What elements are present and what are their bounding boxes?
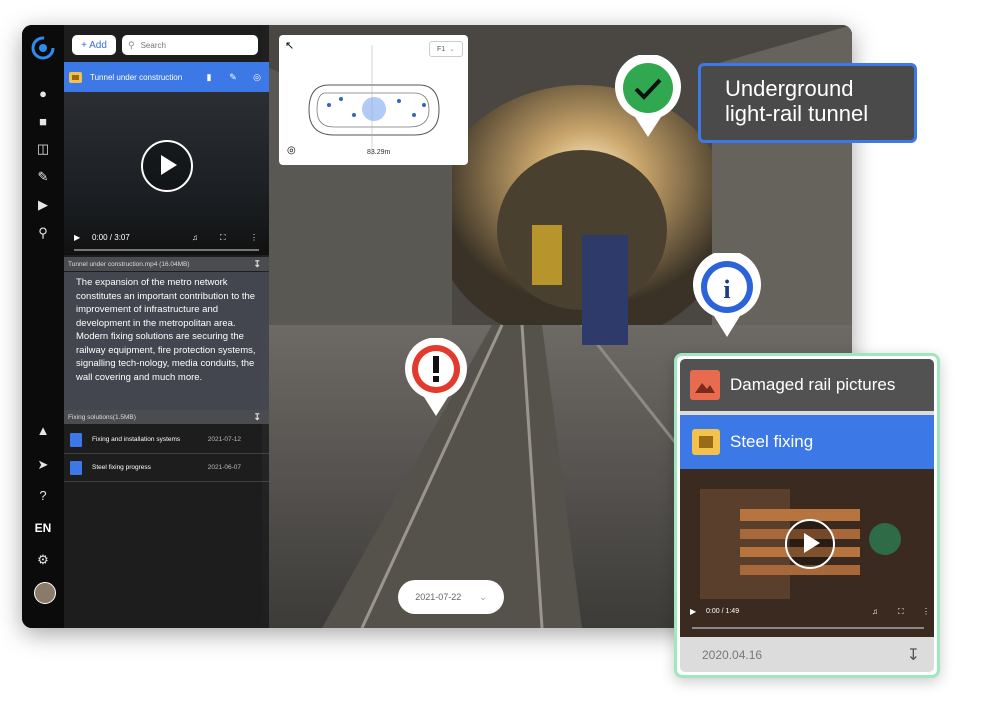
media-item-video[interactable]: Steel fixing (680, 415, 934, 469)
list-item[interactable]: Fixing and installation systems 2021-07-… (64, 426, 269, 454)
media-date: 2020.04.16 (702, 647, 763, 662)
attachment-file-name: Fixing solutions(1.5MB) (68, 413, 136, 421)
document-icon (70, 460, 82, 475)
volume-icon[interactable]: ♫ (872, 607, 878, 616)
list-item-date: 2021-07-12 (207, 436, 241, 443)
card-video-player[interactable]: ▶ 0:00 / 1:49 ♫ ⛶ ⋮ (680, 469, 934, 637)
language-switch[interactable]: EN (33, 518, 53, 538)
download-icon[interactable]: ↧ (907, 645, 920, 665)
play-button[interactable] (785, 519, 835, 569)
video-file-name: Tunnel under construction.mp4 (16.04MB) (68, 260, 190, 268)
edit-pencil-icon[interactable]: ✎ (221, 72, 245, 83)
search-icon[interactable]: ⚲ (33, 223, 53, 243)
locate-icon[interactable]: ◎ (245, 72, 269, 83)
date-selector[interactable]: 2021-07-22 ⌄ (398, 580, 504, 614)
delete-icon[interactable]: ▮ (197, 72, 221, 83)
play-small-icon[interactable]: ▶ (690, 607, 696, 616)
share-icon[interactable]: ➤ (33, 455, 53, 475)
video-controls: ▶ 0:00 / 3:07 ♫ ⛶ ⋮ (64, 229, 269, 255)
callout-line-1: Underground (725, 76, 854, 101)
list-item-date: 2021-06-07 (207, 464, 241, 471)
video-folder-icon (692, 429, 720, 455)
help-icon[interactable]: ? (33, 485, 53, 505)
ruler-icon[interactable]: ✎ (33, 167, 53, 187)
locate-me-icon[interactable]: ◎ (287, 145, 296, 156)
svg-text:i: i (723, 275, 730, 304)
chat-icon[interactable]: ■ (33, 111, 53, 131)
left-nav-rail: ● ■ ◫ ✎ ▶ ⚲ ▲ ➤ ? EN ⚙ (22, 25, 64, 628)
list-item-label: Steel fixing progress (92, 464, 151, 471)
download-icon[interactable]: ↧ (253, 412, 261, 423)
document-icon (70, 432, 82, 447)
checkmark-pin-icon[interactable] (613, 55, 683, 139)
video-file-row: Tunnel under construction.mp4 (16.04MB) … (64, 257, 269, 271)
play-small-icon[interactable]: ▶ (74, 233, 80, 242)
settings-gear-icon[interactable]: ⚙ (33, 550, 53, 570)
list-item-label: Fixing and installation systems (92, 436, 181, 443)
search-icon: ⚲ (128, 39, 135, 50)
media-footer: 2020.04.16 ↧ (680, 637, 934, 672)
video-time: 0:00 / 3:07 (92, 233, 130, 242)
fullscreen-icon[interactable]: ⛶ (898, 607, 904, 617)
video-folder-icon (69, 71, 82, 83)
video-player[interactable]: ▶ 0:00 / 3:07 ♫ ⛶ ⋮ (64, 92, 269, 255)
mountain-image-glyph (695, 383, 715, 393)
user-avatar[interactable] (34, 582, 56, 604)
search-box[interactable]: ⚲ (122, 35, 258, 55)
location-callout: Underground light-rail tunnel (698, 63, 917, 143)
video-time: 0:00 / 1:49 (706, 608, 740, 615)
fullscreen-icon[interactable]: ⛶ (220, 233, 226, 243)
add-button[interactable]: + Add (72, 35, 116, 55)
media-item-title: Damaged rail pictures (730, 375, 896, 394)
compare-icon[interactable]: ◫ (33, 139, 53, 159)
video-camera-icon[interactable]: ▶ (33, 195, 53, 215)
media-item-pictures[interactable]: Damaged rail pictures (680, 359, 934, 411)
bell-icon[interactable]: ▲ (33, 420, 53, 440)
more-options-icon[interactable]: ⋮ (922, 607, 930, 616)
attachment-file-row: Fixing solutions(1.5MB) ↧ (64, 410, 269, 424)
media-card-body: Damaged rail pictures Steel fixing ▶ 0:0… (680, 359, 934, 672)
media-item-title: Steel fixing (730, 432, 814, 451)
search-input[interactable] (138, 39, 253, 51)
content-panel: + Add ⚲ Tunnel under construction ▮ ✎ ◎ … (64, 25, 269, 628)
chevron-down-icon: ⌄ (479, 591, 487, 602)
callout-line-2: light-rail tunnel (725, 101, 869, 126)
media-card: Damaged rail pictures Steel fixing ▶ 0:0… (674, 353, 940, 678)
active-item-title: Tunnel under construction (90, 72, 183, 82)
description-text: The expansion of the metro network const… (64, 272, 269, 410)
app-logo (31, 36, 55, 60)
video-progress-bar[interactable] (74, 249, 259, 251)
floor-plan-minimap[interactable]: ↖ F1 ⌄ ◎ 83.29m (279, 35, 468, 165)
warning-pin-icon[interactable] (403, 338, 469, 418)
download-icon[interactable]: ↧ (253, 259, 261, 270)
selected-date: 2021-07-22 (415, 592, 462, 602)
list-item[interactable]: Steel fixing progress 2021-06-07 (64, 454, 269, 482)
active-item-header[interactable]: Tunnel under construction ▮ ✎ ◎ (64, 62, 269, 92)
more-options-icon[interactable]: ⋮ (250, 233, 258, 242)
volume-icon[interactable]: ♫ (192, 233, 198, 242)
video-progress-bar[interactable] (692, 627, 924, 629)
image-icon (690, 370, 720, 400)
info-icon[interactable]: ● (33, 83, 53, 103)
info-pin-icon[interactable]: i (691, 253, 763, 339)
play-button[interactable] (141, 140, 193, 192)
scale-label: 83.29m (367, 149, 391, 156)
floor-plan-drawing (308, 45, 440, 155)
